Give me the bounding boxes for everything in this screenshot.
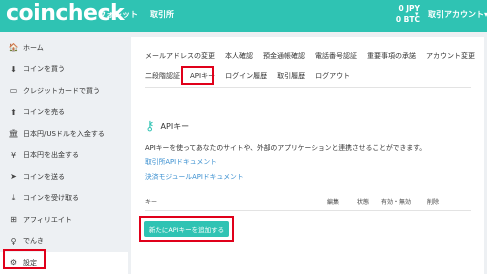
- sidebar-item-label: コインを売る: [23, 108, 65, 117]
- top-navbar: coincheck ウォレット 取引所 0 JPY 0 BTC ▾ 取引アカウン…: [0, 0, 487, 32]
- col-header-key: キー: [145, 199, 158, 206]
- tab-phone-verification[interactable]: 電話番号認証: [315, 51, 357, 61]
- sidebar-item-label: アフィリエイト: [23, 215, 72, 224]
- sidebar-item-send-coins[interactable]: ➤ コインを送る: [0, 166, 128, 188]
- sidebar-item-buy-coins[interactable]: ⬇ コインを買う: [0, 59, 128, 81]
- send-icon: ➤: [10, 172, 17, 182]
- tabs-divider: [145, 87, 471, 88]
- exchange-api-doc-link[interactable]: 取引所APIドキュメント: [145, 156, 217, 166]
- credit-card-icon: ▭: [9, 86, 18, 96]
- sidebar-item-label: 日本円を出金する: [23, 151, 79, 160]
- lightbulb-icon: ♀: [10, 236, 17, 246]
- yen-icon: ¥: [10, 150, 17, 160]
- api-description: APIキーを使ってあなたのサイトや、外部のアプリケーションと連携させることができ…: [145, 144, 427, 152]
- affiliate-icon: ⊞: [10, 215, 17, 225]
- settings-panel: メールアドレスの変更 本人確認 預金通帳確認 電話番号認証 重要事項の承諾 アカ…: [131, 37, 484, 274]
- tab-logout[interactable]: ログアウト: [315, 71, 350, 81]
- settings-tabs-row-2: 二段階認証 APIキー ログイン履歴 取引履歴 ログアウト: [145, 71, 360, 81]
- settings-highlight-box: [3, 249, 46, 269]
- cloud-download-icon: ⬇: [10, 64, 17, 74]
- sidebar-item-affiliate[interactable]: ⊞ アフィリエイト: [0, 209, 128, 231]
- sidebar-item-label: ホーム: [23, 43, 44, 52]
- tab-identity-verification[interactable]: 本人確認: [225, 51, 253, 61]
- payment-api-doc-link[interactable]: 決済モジュールAPIドキュメント: [145, 171, 244, 181]
- tab-two-factor[interactable]: 二段階認証: [145, 71, 180, 81]
- col-header-status: 状態: [357, 199, 370, 206]
- tab-login-history[interactable]: ログイン履歴: [225, 71, 267, 81]
- sidebar-item-label: 日本円/USドルを入金する: [23, 129, 105, 138]
- chevron-down-icon[interactable]: ▾: [415, 10, 419, 18]
- api-title-text: APIキー: [160, 122, 190, 131]
- add-button-highlight-box: [139, 216, 234, 242]
- cloud-upload-icon: ⬆: [10, 107, 17, 117]
- tab-bankbook-verification[interactable]: 預金通帳確認: [263, 51, 305, 61]
- sidebar-item-sell-coins[interactable]: ⬆ コインを売る: [0, 102, 128, 124]
- nav-exchange-link[interactable]: 取引所: [150, 9, 174, 20]
- nav-wallet-link[interactable]: ウォレット: [98, 9, 138, 20]
- key-icon: ⚷: [145, 119, 155, 134]
- sidebar-item-home[interactable]: 🏠 ホーム: [0, 37, 128, 59]
- home-icon: 🏠: [8, 43, 19, 53]
- col-header-delete: 削除: [427, 199, 440, 206]
- col-header-edit: 編集: [327, 199, 340, 206]
- tab-important-terms[interactable]: 重要事項の承諾: [367, 51, 416, 61]
- sidebar-item-label: コインを買う: [23, 65, 65, 74]
- sidebar-item-label: コインを送る: [23, 172, 65, 181]
- sidebar-item-label: でんき: [23, 237, 44, 246]
- tab-account-change[interactable]: アカウント変更: [426, 51, 475, 61]
- sidebar-item-deposit[interactable]: 🏛 日本円/USドルを入金する: [0, 123, 128, 145]
- sidebar: 🏠 ホーム ⬇ コインを買う ▭ クレジットカードで買う ⬆ コインを売る 🏛 …: [0, 37, 128, 274]
- receive-icon: ⤓: [11, 193, 16, 203]
- account-menu[interactable]: 取引アカウント▾: [428, 9, 487, 20]
- api-section-title: ⚷ APIキー: [145, 119, 189, 134]
- sidebar-item-label: コインを受け取る: [23, 194, 79, 203]
- table-header-divider: [145, 210, 471, 211]
- api-tab-highlight-box: [181, 66, 214, 85]
- bank-icon: 🏛: [8, 129, 19, 139]
- sidebar-item-label: クレジットカードで買う: [23, 86, 100, 95]
- sidebar-item-withdraw[interactable]: ¥ 日本円を出金する: [0, 145, 128, 167]
- sidebar-item-receive-coins[interactable]: ⤓ コインを受け取る: [0, 188, 128, 210]
- settings-tabs-row-1: メールアドレスの変更 本人確認 預金通帳確認 電話番号認証 重要事項の承諾 アカ…: [145, 51, 485, 61]
- col-header-valid: 有効・無効: [381, 199, 412, 206]
- sidebar-item-buy-with-card[interactable]: ▭ クレジットカードで買う: [0, 80, 128, 102]
- tab-change-email[interactable]: メールアドレスの変更: [145, 51, 215, 61]
- tab-trade-history[interactable]: 取引履歴: [277, 71, 305, 81]
